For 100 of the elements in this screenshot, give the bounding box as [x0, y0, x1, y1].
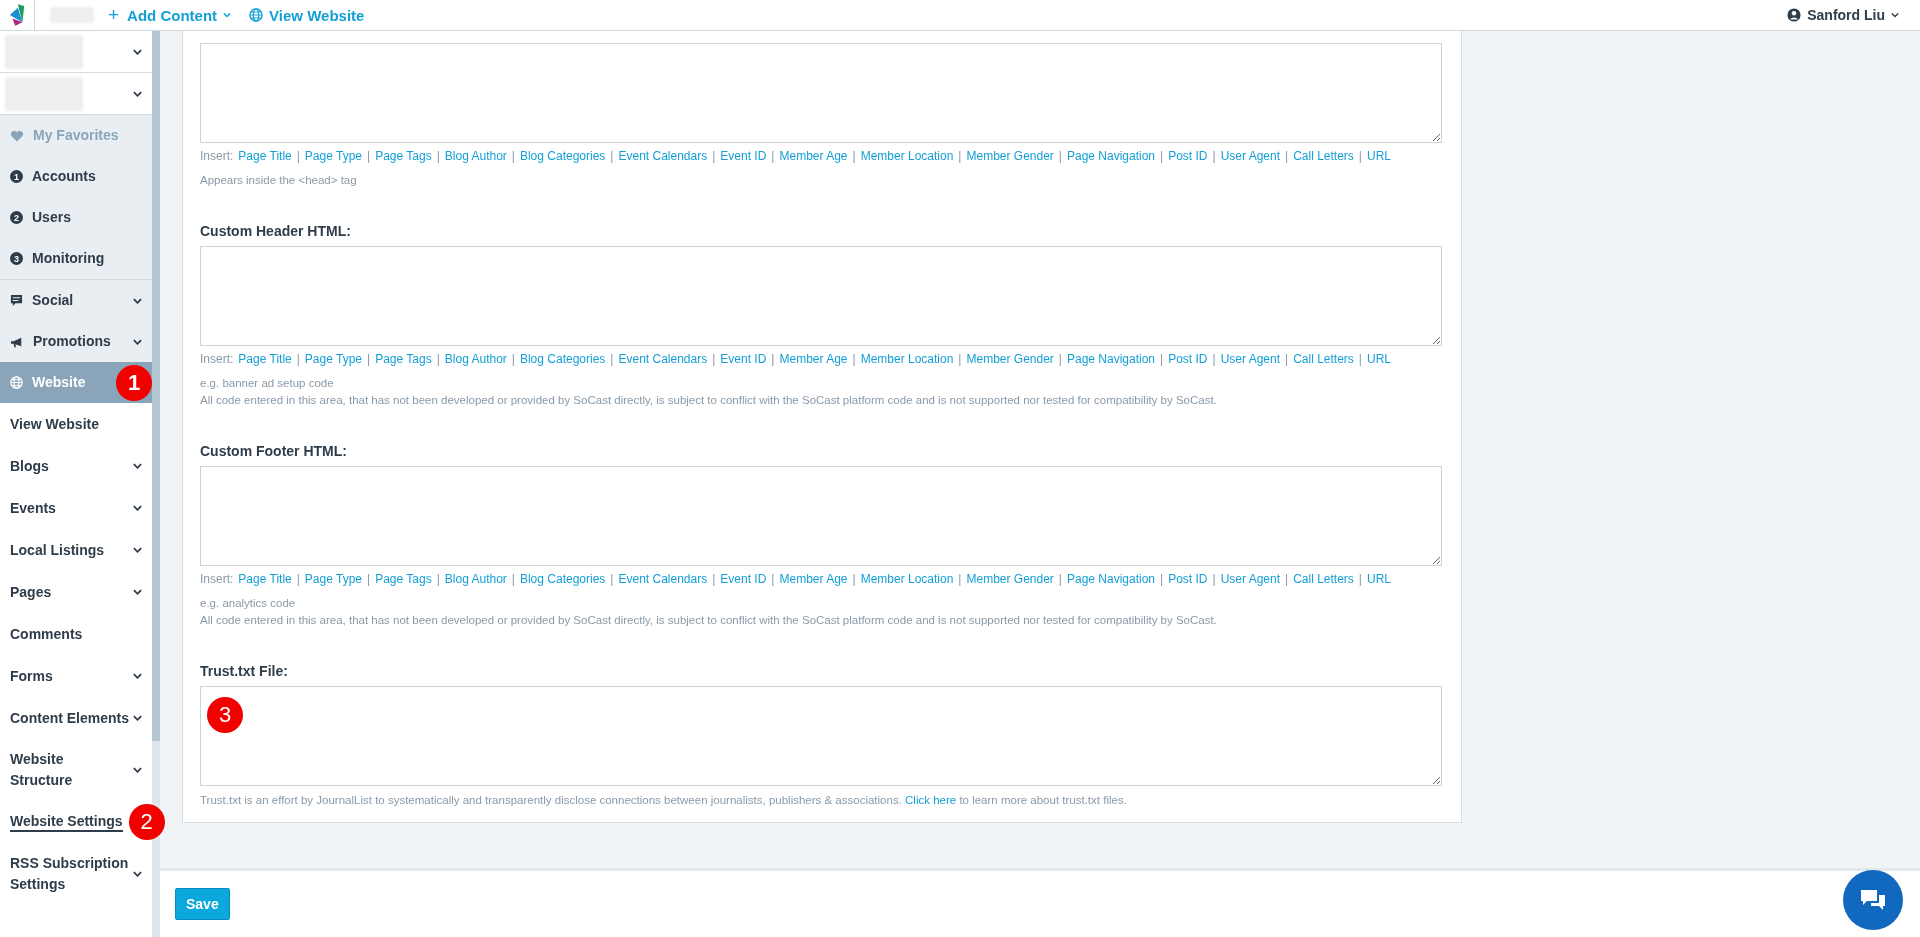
separator: |: [511, 149, 515, 164]
chevron-down-icon: [133, 767, 142, 773]
insert-link[interactable]: Member Age: [779, 352, 848, 367]
insert-link[interactable]: Member Gender: [966, 149, 1054, 164]
separator: |: [367, 572, 371, 587]
insert-link[interactable]: Blog Author: [444, 572, 507, 587]
text-area[interactable]: [200, 246, 1442, 346]
insert-link[interactable]: Blog Categories: [519, 149, 606, 164]
number-badge: 2: [10, 211, 23, 224]
text-area[interactable]: [200, 686, 1442, 786]
insert-link[interactable]: Event Calendars: [618, 352, 708, 367]
insert-link[interactable]: Call Letters: [1293, 352, 1354, 367]
sidebar-item[interactable]: Promotions: [0, 321, 152, 362]
sidebar-item[interactable]: Comments: [0, 613, 152, 655]
insert-link[interactable]: Member Gender: [966, 352, 1054, 367]
sidebar-item[interactable]: Website 1: [0, 362, 152, 403]
insert-link[interactable]: URL: [1367, 572, 1391, 587]
insert-link[interactable]: Post ID: [1168, 572, 1208, 587]
insert-link[interactable]: Page Title: [238, 572, 292, 587]
insert-link[interactable]: Event ID: [720, 352, 767, 367]
sidebar-item[interactable]: Forms: [0, 655, 152, 697]
sidebar-item[interactable]: View Website: [0, 403, 152, 445]
insert-link[interactable]: Member Age: [779, 572, 848, 587]
insert-link[interactable]: Member Age: [779, 149, 848, 164]
separator: |: [1285, 352, 1289, 367]
sidebar-item[interactable]: Local Listings: [0, 529, 152, 571]
insert-link[interactable]: Member Gender: [966, 572, 1054, 587]
insert-link[interactable]: Event Calendars: [618, 572, 708, 587]
insert-link[interactable]: Page Tags: [375, 572, 432, 587]
field-label: Trust.txt File:: [200, 663, 289, 679]
insert-link[interactable]: Call Letters: [1293, 149, 1354, 164]
step-marker: 2: [128, 804, 165, 840]
insert-link[interactable]: Post ID: [1168, 352, 1208, 367]
insert-link[interactable]: User Agent: [1220, 572, 1281, 587]
sidebar-item[interactable]: My Favorites: [0, 115, 152, 156]
insert-link[interactable]: Page Tags: [375, 149, 432, 164]
user-icon: [1787, 8, 1802, 22]
sidebar-item[interactable]: Website Structure: [0, 739, 152, 801]
insert-link[interactable]: Page Navigation: [1067, 352, 1156, 367]
sidebar-item[interactable]: 1 Accounts: [0, 156, 152, 197]
save-button[interactable]: Save: [175, 888, 230, 920]
logo-icon[interactable]: [8, 4, 26, 26]
insert-link[interactable]: Member Location: [860, 572, 954, 587]
insert-link[interactable]: Member Location: [860, 149, 954, 164]
sidebar-item[interactable]: Blogs: [0, 445, 152, 487]
separator: |: [852, 149, 856, 164]
add-content-link[interactable]: + Add Content: [108, 4, 232, 26]
insert-link[interactable]: Page Navigation: [1067, 149, 1156, 164]
insert-link[interactable]: Blog Categories: [519, 572, 606, 587]
insert-link[interactable]: Member Location: [860, 352, 954, 367]
caret-icon: [223, 12, 232, 18]
sidebar-item[interactable]: 3 Monitoring: [0, 238, 152, 279]
separator: |: [958, 572, 962, 587]
click-here-link[interactable]: Click here: [905, 794, 957, 806]
separator: |: [1285, 149, 1289, 164]
scrollbar[interactable]: [152, 31, 160, 937]
insert-link[interactable]: Page Type: [304, 572, 363, 587]
chevron-down-icon: [133, 505, 142, 511]
insert-link[interactable]: Page Title: [238, 352, 292, 367]
sidebar-item[interactable]: Website Settings: [0, 801, 127, 843]
help-text: e.g. analytics code: [200, 596, 297, 611]
insert-link[interactable]: User Agent: [1220, 149, 1281, 164]
text-area[interactable]: [200, 43, 1442, 143]
insert-link[interactable]: Blog Author: [444, 149, 507, 164]
insert-link[interactable]: Event Calendars: [618, 149, 708, 164]
insert-link[interactable]: Blog Author: [444, 352, 507, 367]
sidebar-item[interactable]: Pages: [0, 571, 152, 613]
separator: |: [958, 352, 962, 367]
separator: |: [771, 352, 775, 367]
text-area[interactable]: [200, 466, 1442, 566]
separator: |: [1212, 149, 1216, 164]
separator: |: [1212, 572, 1216, 587]
insert-link[interactable]: URL: [1367, 352, 1391, 367]
sidebar-item[interactable]: Events: [0, 487, 152, 529]
megaphone-icon: [10, 335, 24, 348]
sidebar-item[interactable]: 2 Users: [0, 197, 152, 238]
insert-link[interactable]: Call Letters: [1293, 572, 1354, 587]
chevron-down-icon: [133, 547, 142, 553]
insert-link[interactable]: Event ID: [720, 572, 767, 587]
insert-link[interactable]: User Agent: [1220, 352, 1281, 367]
view-website-link[interactable]: View Website: [249, 6, 365, 24]
separator: |: [296, 149, 300, 164]
sidebar-item[interactable]: RSS Subscription Settings: [0, 843, 152, 905]
insert-link[interactable]: Page Title: [238, 149, 292, 164]
insert-link[interactable]: Blog Categories: [519, 352, 606, 367]
sidebar-item[interactable]: Social: [0, 280, 152, 321]
insert-link[interactable]: Post ID: [1168, 149, 1208, 164]
separator: |: [436, 149, 440, 164]
insert-link[interactable]: URL: [1367, 149, 1391, 164]
separator: |: [296, 352, 300, 367]
insert-link[interactable]: Page Type: [304, 149, 363, 164]
insert-link[interactable]: Event ID: [720, 149, 767, 164]
insert-link[interactable]: Page Navigation: [1067, 572, 1156, 587]
separator: |: [712, 352, 716, 367]
insert-link[interactable]: Page Type: [304, 352, 363, 367]
user-menu[interactable]: Sanford Liu: [1787, 7, 1899, 23]
separator: |: [1358, 352, 1362, 367]
sidebar-item[interactable]: Content Elements: [0, 697, 152, 739]
insert-link[interactable]: Page Tags: [375, 352, 432, 367]
separator: |: [1058, 572, 1062, 587]
